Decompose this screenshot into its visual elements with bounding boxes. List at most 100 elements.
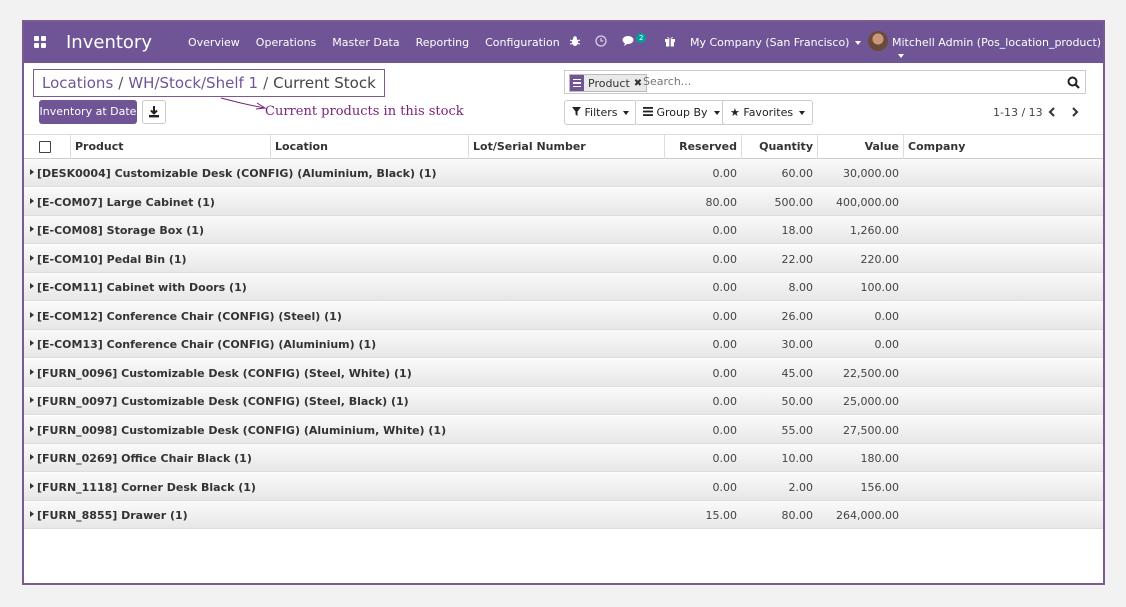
group-product-name: [E-COM07] Large Cabinet (1): [37, 195, 215, 209]
inventory-at-date-button[interactable]: Inventory at Date: [39, 100, 137, 124]
value-cell: 0.00: [874, 338, 900, 351]
table-header: Product Location Lot/Serial Number Reser…: [24, 134, 1103, 159]
value-cell: 25,000.00: [843, 395, 899, 408]
table-row[interactable]: [FURN_0096] Customizable Desk (CONFIG) (…: [24, 358, 1103, 387]
column-product[interactable]: Product: [70, 135, 270, 159]
table-row[interactable]: [FURN_8855] Drawer (1) 15.00 80.00 264,000.…: [24, 501, 1103, 529]
menu-reporting[interactable]: Reporting: [416, 36, 469, 49]
group-product-name: [E-COM12] Conference Chair (CONFIG) (Ste…: [37, 309, 342, 323]
reserved-cell: 0.00: [712, 309, 738, 323]
reserved-cell: 0.00: [712, 452, 738, 465]
pager-value[interactable]: 1-13 / 13: [993, 106, 1043, 119]
download-button[interactable]: [142, 100, 166, 124]
value-cell: 30,000.00: [843, 167, 899, 180]
reserved-cell: 0.00: [712, 395, 738, 408]
table-row[interactable]: [E-COM12] Conference Chair (CONFIG) (Ste…: [24, 301, 1103, 330]
breadcrumb: Locations / WH/Stock/Shelf 1/Current Stock: [33, 69, 385, 97]
caret-right-icon: [30, 311, 34, 318]
quantity-cell: 10.00: [781, 452, 814, 465]
table-row[interactable]: [E-COM07] Large Cabinet (1) 80.00 500.00 40…: [24, 187, 1103, 216]
breadcrumb-current: Current Stock: [273, 74, 376, 92]
table-row[interactable]: [E-COM08] Storage Box (1) 0.00 18.00 1,260.…: [24, 216, 1103, 244]
annotation-arrow-icon: [220, 97, 267, 110]
menu-operations[interactable]: Operations: [256, 36, 316, 49]
group-by-button[interactable]: Group By: [635, 100, 728, 125]
caret-right-icon: [30, 511, 34, 517]
group-product-name: [E-COM13] Conference Chair (CONFIG) (Alu…: [37, 338, 377, 351]
reserved-cell: 0.00: [712, 423, 738, 437]
table-row[interactable]: [FURN_0097] Customizable Desk (CONFIG) (…: [24, 387, 1103, 415]
breadcrumb-locations[interactable]: Locations: [42, 74, 113, 92]
reserved-cell: 80.00: [705, 195, 738, 209]
bug-icon[interactable]: [569, 35, 581, 47]
main-menu: Overview Operations Master Data Reportin…: [188, 36, 560, 49]
column-value[interactable]: Value: [817, 135, 903, 159]
filters-button[interactable]: Filters: [564, 100, 638, 125]
value-cell: 264,000.00: [836, 509, 899, 522]
value-cell: 220.00: [860, 252, 900, 266]
funnel-icon: [572, 107, 581, 116]
reserved-cell: 15.00: [705, 509, 738, 522]
quantity-cell: 18.00: [781, 224, 814, 237]
table-row[interactable]: [E-COM13] Conference Chair (CONFIG) (Alu…: [24, 330, 1103, 358]
table-row[interactable]: [FURN_1118] Corner Desk Black (1) 0.00 2.0…: [24, 472, 1103, 501]
reserved-cell: 0.00: [712, 252, 738, 266]
menu-configuration[interactable]: Configuration: [485, 36, 560, 49]
quantity-cell: 30.00: [781, 338, 814, 351]
search-bar[interactable]: Product ✖: [564, 70, 1086, 94]
app-window: Inventory Overview Operations Master Dat…: [22, 20, 1105, 585]
menu-overview[interactable]: Overview: [188, 36, 240, 49]
star-icon: ★: [730, 106, 740, 119]
menu-master-data[interactable]: Master Data: [332, 36, 399, 49]
quantity-cell: 60.00: [781, 167, 814, 180]
value-cell: 180.00: [860, 452, 900, 465]
reserved-cell: 0.00: [712, 366, 738, 380]
clock-icon[interactable]: [595, 35, 607, 47]
value-cell: 22,500.00: [843, 366, 899, 380]
gift-icon[interactable]: [664, 35, 676, 47]
search-icon[interactable]: [1067, 76, 1080, 89]
column-location[interactable]: Location: [270, 135, 468, 159]
caret-down-icon: [713, 111, 720, 115]
group-product-name: [FURN_1118] Corner Desk Black (1): [37, 480, 256, 494]
annotation-text: Current products in this stock: [265, 104, 464, 119]
quantity-cell: 26.00: [781, 309, 814, 323]
column-quantity[interactable]: Quantity: [741, 135, 817, 159]
caret-right-icon: [30, 425, 34, 432]
breadcrumb-shelf[interactable]: WH/Stock/Shelf 1: [128, 74, 258, 92]
table-row[interactable]: [E-COM11] Cabinet with Doors (1) 0.00 8.00…: [24, 273, 1103, 301]
caret-right-icon: [30, 283, 34, 289]
table-row[interactable]: [FURN_0269] Office Chair Black (1) 0.00 10…: [24, 444, 1103, 472]
chat-icon[interactable]: [622, 35, 636, 47]
apps-menu-icon[interactable]: [34, 36, 46, 48]
caret-down-icon: [855, 41, 862, 45]
quantity-cell: 50.00: [781, 395, 814, 408]
group-product-name: [FURN_0097] Customizable Desk (CONFIG) (…: [37, 395, 409, 408]
caret-right-icon: [30, 226, 34, 232]
chevron-right-icon[interactable]: [1071, 107, 1079, 117]
chevron-left-icon[interactable]: [1048, 107, 1056, 117]
table-row[interactable]: [DESK0004] Customizable Desk (CONFIG) (A…: [24, 159, 1103, 187]
table-row[interactable]: [E-COM10] Pedal Bin (1) 0.00 22.00 220.00: [24, 244, 1103, 273]
table-row[interactable]: [FURN_0098] Customizable Desk (CONFIG) (…: [24, 415, 1103, 444]
group-product-name: [FURN_0098] Customizable Desk (CONFIG) (…: [37, 423, 447, 437]
select-all-checkbox[interactable]: [39, 141, 51, 153]
messages-count-badge: 2: [636, 33, 647, 43]
search-facet-product: Product ✖: [569, 74, 648, 92]
column-reserved[interactable]: Reserved: [664, 135, 741, 159]
caret-down-icon: [898, 54, 904, 58]
bars-icon: [643, 107, 653, 116]
column-company[interactable]: Company: [903, 135, 1103, 159]
company-switcher[interactable]: My Company (San Francisco): [690, 36, 862, 49]
user-menu[interactable]: Mitchell Admin (Pos_location_product): [892, 36, 1103, 62]
user-avatar[interactable]: [868, 31, 888, 51]
reserved-cell: 0.00: [712, 224, 738, 237]
app-title[interactable]: Inventory: [66, 32, 152, 53]
caret-right-icon: [30, 454, 34, 460]
caret-right-icon: [30, 340, 34, 346]
search-input[interactable]: [643, 75, 1043, 88]
column-lot-serial[interactable]: Lot/Serial Number: [468, 135, 664, 159]
favorites-button[interactable]: ★ Favorites: [722, 100, 814, 125]
caret-down-icon: [623, 111, 630, 115]
caret-right-icon: [30, 397, 34, 403]
